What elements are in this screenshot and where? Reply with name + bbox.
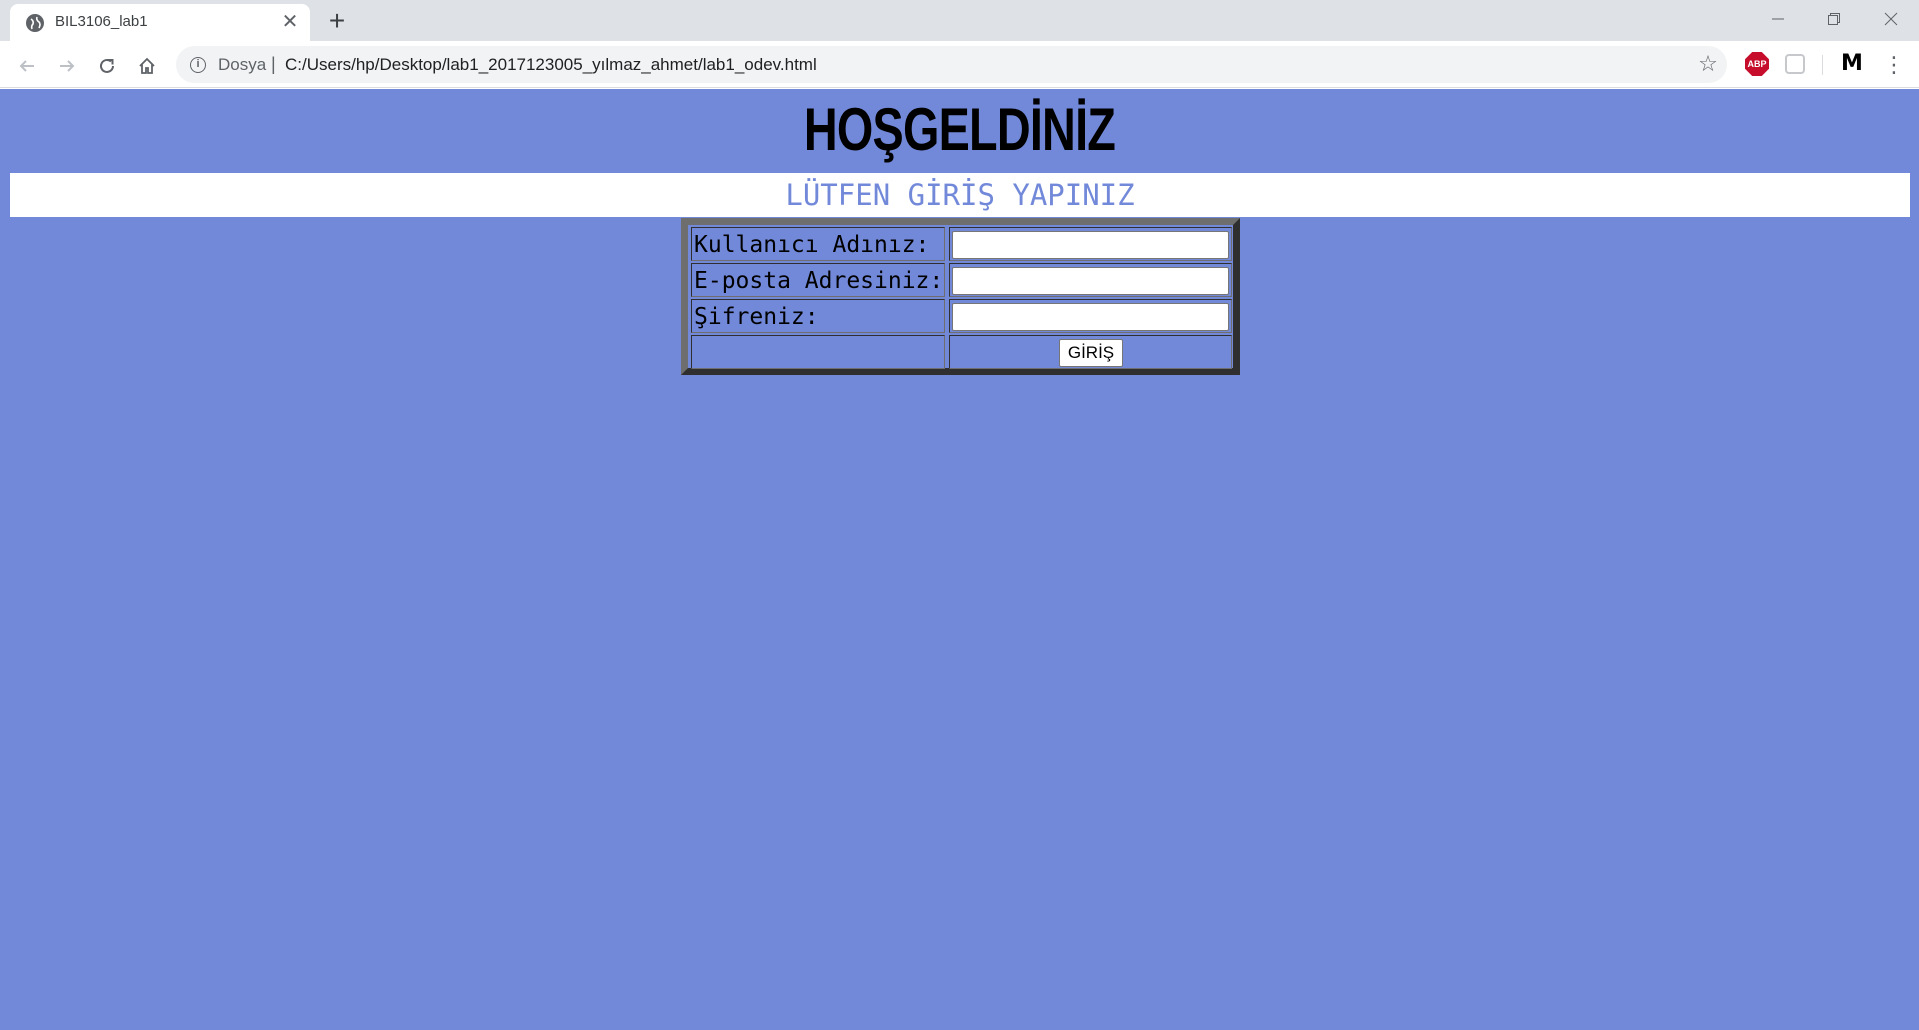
username-input-cell — [949, 227, 1232, 261]
tab-strip: BIL3106_lab1 ✕ + — [0, 0, 1919, 41]
email-label: E-posta Adresiniz: — [694, 268, 944, 294]
empty-cell — [691, 335, 945, 369]
page-viewport: HOŞGELDİNİZ LÜTFEN GİRİŞ YAPINIZ Kullanı… — [0, 89, 1919, 1030]
more-vertical-icon[interactable]: ⋮ — [1880, 49, 1908, 81]
address-bar[interactable]: i Dosya | C:/Users/hp/Desktop/lab1_20171… — [176, 46, 1727, 83]
url-text[interactable]: C:/Users/hp/Desktop/lab1_2017123005_yılm… — [285, 55, 817, 75]
window-close-icon[interactable] — [1863, 0, 1919, 36]
username-input[interactable] — [952, 231, 1229, 259]
star-icon[interactable]: ☆ — [1695, 51, 1721, 77]
password-input[interactable] — [952, 303, 1229, 331]
close-icon[interactable]: ✕ — [280, 12, 300, 32]
restore-icon[interactable] — [1806, 0, 1862, 36]
home-icon[interactable] — [131, 49, 163, 81]
minimize-icon[interactable] — [1750, 0, 1806, 36]
login-form-table: Kullanıcı Adınız: E-posta Adresiniz: Şif… — [681, 218, 1240, 375]
arrow-left-icon[interactable] — [11, 49, 43, 81]
password-input-cell — [949, 299, 1232, 333]
scheme-separator: | — [271, 54, 276, 74]
browser-toolbar: i Dosya | C:/Users/hp/Desktop/lab1_20171… — [0, 41, 1919, 88]
arrow-right-icon[interactable] — [51, 49, 83, 81]
reload-icon[interactable] — [91, 49, 123, 81]
username-label: Kullanıcı Adınız: — [694, 232, 930, 258]
email-label-cell: E-posta Adresiniz: — [691, 263, 945, 297]
email-input[interactable] — [952, 267, 1229, 295]
page-title: HOŞGELDİNİZ — [803, 96, 1116, 163]
login-submit-button[interactable]: GİRİŞ — [1059, 339, 1123, 367]
password-label: Şifreniz: — [694, 304, 819, 330]
toolbar-divider — [1822, 55, 1823, 75]
globe-icon — [26, 14, 44, 32]
pocket-icon[interactable] — [1785, 54, 1805, 74]
plus-icon[interactable]: + — [324, 7, 350, 35]
tab-title: BIL3106_lab1 — [55, 13, 148, 30]
subheading-bar: LÜTFEN GİRİŞ YAPINIZ — [10, 173, 1910, 217]
adblock-plus-icon[interactable]: ABP — [1745, 52, 1769, 76]
password-label-cell: Şifreniz: — [691, 299, 945, 333]
page-subtitle: LÜTFEN GİRİŞ YAPINIZ — [785, 178, 1135, 212]
m-extension-icon[interactable]: M — [1840, 52, 1864, 76]
email-input-cell — [949, 263, 1232, 297]
submit-cell: GİRİŞ — [949, 335, 1232, 369]
info-icon[interactable]: i — [190, 57, 206, 73]
browser-tab[interactable]: BIL3106_lab1 ✕ — [10, 4, 310, 41]
username-label-cell: Kullanıcı Adınız: — [691, 227, 945, 261]
scheme-label: Dosya — [218, 55, 267, 74]
